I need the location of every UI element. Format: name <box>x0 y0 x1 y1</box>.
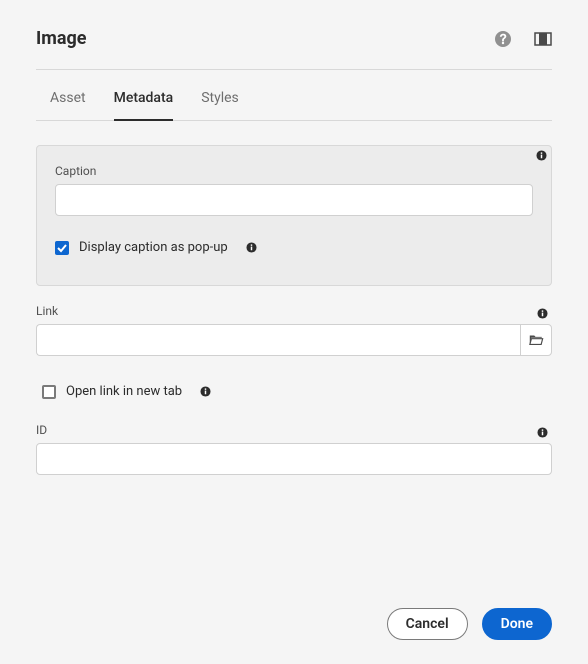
browse-button[interactable] <box>520 324 552 356</box>
display-popup-checkbox[interactable] <box>55 241 69 255</box>
info-icon[interactable] <box>537 304 548 323</box>
cancel-button[interactable]: Cancel <box>387 608 468 640</box>
id-input[interactable] <box>36 443 552 475</box>
dialog-title: Image <box>36 28 87 49</box>
caption-label: Caption <box>55 164 533 178</box>
info-icon[interactable] <box>537 423 548 442</box>
link-label: Link <box>36 304 552 318</box>
tab-asset[interactable]: Asset <box>50 90 86 121</box>
info-icon[interactable] <box>200 386 211 397</box>
link-input[interactable] <box>36 324 520 356</box>
id-label: ID <box>36 423 552 437</box>
open-new-tab-label: Open link in new tab <box>66 384 182 399</box>
info-icon[interactable] <box>246 242 257 253</box>
info-icon[interactable] <box>536 146 547 165</box>
help-icon[interactable] <box>494 30 512 48</box>
folder-open-icon <box>528 332 544 348</box>
caption-input[interactable] <box>55 184 533 216</box>
tab-styles[interactable]: Styles <box>201 90 239 121</box>
tabs: Asset Metadata Styles <box>36 70 552 121</box>
done-button[interactable]: Done <box>482 608 552 640</box>
tab-metadata[interactable]: Metadata <box>114 90 174 121</box>
open-new-tab-checkbox[interactable] <box>42 385 56 399</box>
display-popup-label: Display caption as pop-up <box>79 240 228 255</box>
caption-fieldset: Caption Display caption as pop-up <box>36 145 552 286</box>
fullscreen-icon[interactable] <box>534 30 552 48</box>
